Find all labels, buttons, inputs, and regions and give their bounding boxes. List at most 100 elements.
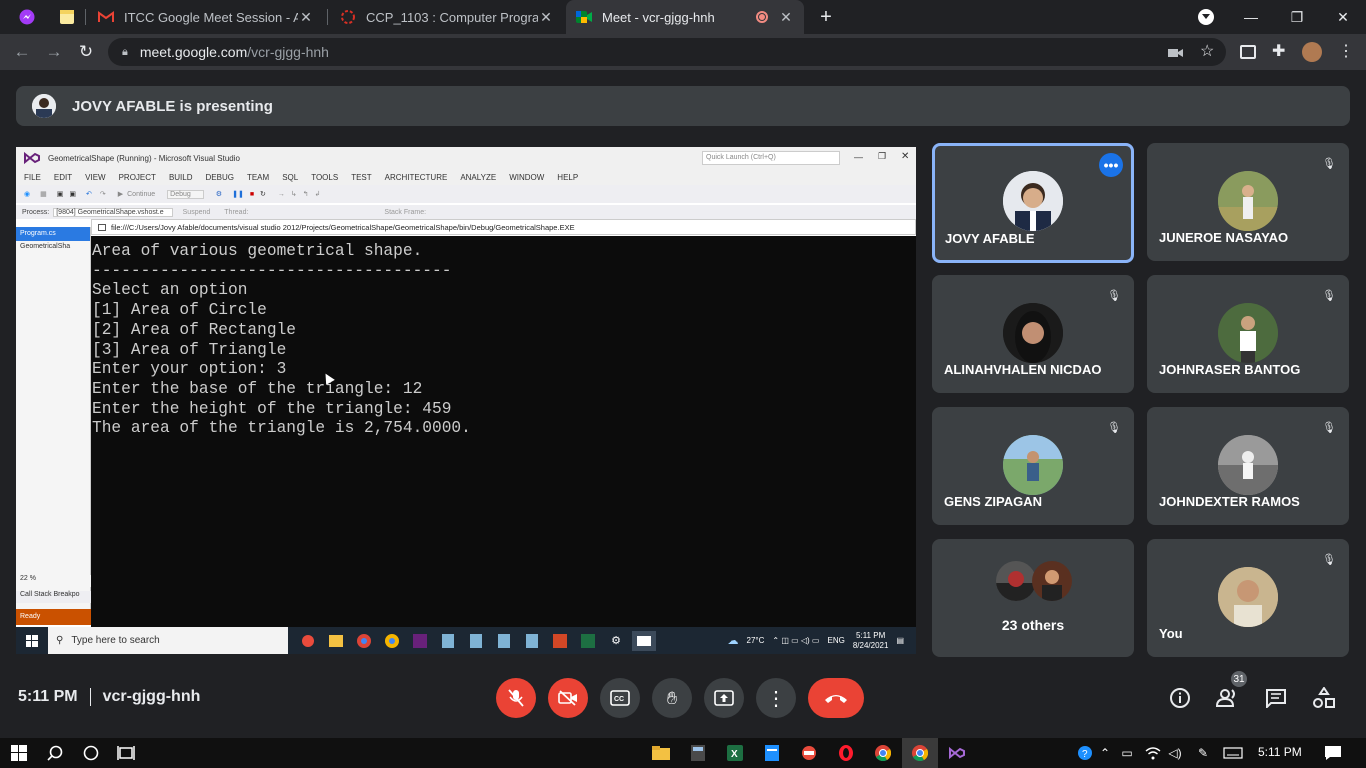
chrome-icon[interactable] (352, 631, 376, 651)
close-tab-icon[interactable]: ✕ (298, 9, 314, 26)
process-dropdown[interactable]: [9804] GeometricalShape.vshost.e (53, 207, 173, 217)
vs-menu-item[interactable]: WINDOW (509, 173, 544, 182)
profile-avatar[interactable] (1302, 42, 1322, 62)
participant-tile[interactable]: 🎙︎ GENS ZIPAGAN (932, 407, 1134, 525)
save-icon[interactable]: ▣ (57, 190, 64, 198)
windows-start-icon[interactable] (16, 627, 48, 654)
browser-menu-icon[interactable]: ⋮ (1338, 42, 1354, 62)
vs-menu-item[interactable]: VIEW (85, 173, 105, 182)
help-icon[interactable]: ? (1074, 742, 1096, 764)
reload-icon[interactable]: ↻ (76, 42, 96, 62)
people-icon[interactable] (1216, 686, 1240, 710)
chrome-icon[interactable] (909, 742, 931, 764)
snip-icon[interactable] (798, 742, 820, 764)
new-project-icon[interactable]: ▦ (40, 190, 47, 198)
pause-icon[interactable]: ❚❚ (232, 190, 244, 198)
chrome-icon[interactable] (872, 742, 894, 764)
attach-icon[interactable]: ⚙ (216, 190, 222, 198)
vs-menu-item[interactable]: ANALYZE (460, 173, 496, 182)
action-center-icon[interactable] (1322, 742, 1344, 764)
config-dropdown[interactable]: Debug (167, 189, 204, 199)
excel-icon[interactable] (576, 631, 600, 651)
restore-window-button[interactable]: ❐ (1274, 0, 1320, 34)
restart-icon[interactable]: ↻ (260, 190, 266, 198)
participant-tile-self[interactable]: 🎙︎ You (1147, 539, 1349, 657)
solution-item[interactable]: GeometricalSha (16, 241, 90, 252)
leave-call-button[interactable] (808, 678, 864, 718)
vs-minimize-button[interactable]: — (854, 152, 863, 162)
messenger-pinned-tab[interactable] (14, 4, 40, 30)
notepad-icon[interactable] (492, 631, 516, 651)
suspend-button[interactable]: Suspend (183, 209, 211, 216)
show-hidden-icons[interactable]: ⌃ (1094, 742, 1116, 764)
raise-hand-button[interactable]: ✋︎ (652, 678, 692, 718)
volume-icon[interactable]: ◁) (1164, 742, 1186, 764)
console-window[interactable]: Area of various geometrical shape. -----… (91, 236, 916, 627)
opera-icon[interactable] (835, 742, 857, 764)
vs-menu-item[interactable]: HELP (557, 173, 578, 182)
browser-tab-active[interactable]: Meet - vcr-gjgg-hnh ✕ (566, 0, 804, 34)
tab-search-icon[interactable] (1198, 9, 1214, 25)
vs-menu-item[interactable]: EDIT (54, 173, 72, 182)
forward-arrow-icon[interactable]: → (44, 42, 64, 62)
back-nav-icon[interactable]: ◉ (24, 190, 30, 198)
notepad-icon[interactable] (464, 631, 488, 651)
settings-gear-icon[interactable]: ⚙ (604, 631, 628, 651)
vs-menu-item[interactable]: ARCHITECTURE (385, 173, 448, 182)
pen-icon[interactable]: ✎ (1192, 742, 1214, 764)
file-explorer-icon[interactable] (324, 631, 348, 651)
participant-tile-others[interactable]: 23 others (932, 539, 1134, 657)
battery-icon[interactable]: ▭ (1116, 742, 1138, 764)
notepad-icon[interactable] (520, 631, 544, 651)
notifications-icon[interactable]: ▤ (896, 636, 904, 645)
chrome-icon[interactable] (380, 631, 404, 651)
system-clock[interactable]: 5:11 PM (1258, 745, 1302, 759)
save-all-icon[interactable]: ▣ (69, 190, 76, 198)
powerpoint-icon[interactable] (548, 631, 572, 651)
camera-toggle-button[interactable] (548, 678, 588, 718)
address-bar[interactable]: 🔒︎ meet.google.com/vcr-gjgg-hnh (108, 38, 1226, 66)
activities-icon[interactable] (1312, 686, 1336, 710)
vs-menu-item[interactable]: BUILD (169, 173, 193, 182)
back-arrow-icon[interactable]: ← (12, 42, 32, 62)
continue-play-icon[interactable]: ▶ (118, 190, 123, 198)
vs-menu-item[interactable]: SQL (282, 173, 298, 182)
participant-tile[interactable]: 🎙︎ JOHNRASER BANTOG (1147, 275, 1349, 393)
browser-tab[interactable]: ITCC Google Meet Session - Augu ✕ (88, 0, 324, 34)
word-doc-icon[interactable] (761, 742, 783, 764)
participant-tile[interactable]: 🎙︎ ALINAHVHALEN NICDAO (932, 275, 1134, 393)
vs-menu-item[interactable]: TEAM (247, 173, 269, 182)
notepad-icon[interactable] (436, 631, 460, 651)
calculator-icon[interactable] (687, 742, 709, 764)
close-tab-icon[interactable]: ✕ (778, 9, 794, 26)
taskbar-clock[interactable]: 5:11 PM 8/24/2021 (853, 631, 889, 651)
vs-menu-item[interactable]: DEBUG (206, 173, 234, 182)
more-options-button[interactable]: ⋮ (756, 678, 796, 718)
minimize-window-button[interactable]: — (1228, 0, 1274, 34)
file-explorer-icon[interactable] (650, 742, 672, 764)
tray-icons[interactable]: ⌃ ◫ ▭ ◁) ▭ (772, 636, 819, 645)
participant-tile[interactable]: ••• JOVY AFABLE (932, 143, 1134, 263)
console-app-icon[interactable] (632, 630, 656, 651)
vs-bottom-tabs[interactable]: Call Stack Breakpo (16, 591, 91, 603)
task-view-icon[interactable] (115, 742, 137, 764)
keyboard-icon[interactable] (1222, 742, 1244, 764)
vs-menu-item[interactable]: FILE (24, 173, 41, 182)
participant-tile[interactable]: 🎙︎ JUNEROE NASAYAO (1147, 143, 1349, 261)
camera-blocked-icon[interactable] (1168, 46, 1184, 58)
quick-launch-input[interactable]: Quick Launch (Ctrl+Q) (702, 151, 840, 165)
cast-icon[interactable] (1240, 45, 1256, 59)
vs-close-button[interactable]: ✕ (901, 151, 909, 162)
captions-button[interactable]: CC (600, 678, 640, 718)
search-icon[interactable] (44, 742, 66, 764)
close-window-button[interactable]: ✕ (1320, 0, 1366, 34)
close-tab-icon[interactable]: ✕ (538, 9, 554, 26)
present-now-button[interactable] (704, 678, 744, 718)
undo-icon[interactable]: ↶ (86, 190, 92, 198)
windows-start-icon[interactable] (8, 742, 30, 764)
wifi-icon[interactable] (1142, 742, 1164, 764)
zoom-level[interactable]: 22 % (16, 575, 91, 587)
participant-tile[interactable]: 🎙︎ JOHNDEXTER RAMOS (1147, 407, 1349, 525)
step-icons[interactable]: →↳↰↲ (278, 190, 327, 198)
excel-icon[interactable]: X (724, 742, 746, 764)
